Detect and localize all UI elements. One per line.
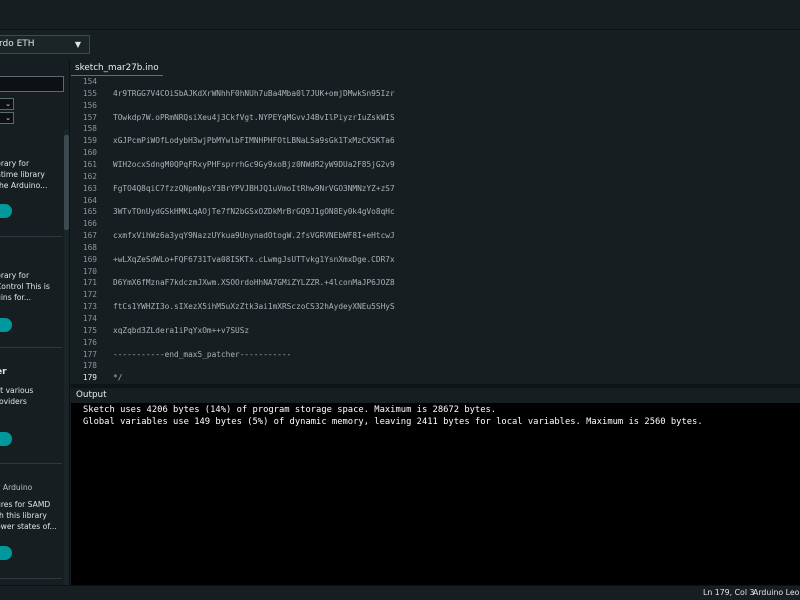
- library-description: ures for SAMD: [0, 500, 51, 509]
- tab-sketch[interactable]: sketch_mar27b.ino: [71, 60, 163, 76]
- line-number: 178: [82, 361, 97, 371]
- code-line: ftCs1YWHZI3o.sIXezX5ihM5uXzZtk3ai1mXRScz…: [113, 302, 395, 312]
- library-search-input[interactable]: [0, 76, 64, 92]
- divider: [0, 236, 62, 237]
- output-header: Output: [71, 388, 800, 403]
- line-number: 154: [82, 77, 97, 86]
- chevron-down-icon: ⌄: [5, 114, 11, 122]
- editor-tab-bar: sketch_mar27b.ino: [71, 60, 800, 76]
- library-description: ct various: [0, 386, 34, 395]
- library-card: er ct various roviders: [0, 367, 60, 407]
- library-description: brary for: [0, 271, 30, 280]
- title-bar: [0, 0, 800, 30]
- code-editor[interactable]: 154 155 4r9TRGG7V4COiSbAJKdXrWNhhF0hNUh7uB…: [71, 76, 800, 384]
- line-number: 171: [82, 278, 97, 288]
- line-number: 156: [82, 100, 97, 110]
- cursor-position: Ln 179, Col 3: [703, 588, 755, 597]
- code-line: D6YmX6fMznaF7kdczmJXwm.XSOOrdoHhNA7GMiZY…: [113, 278, 395, 288]
- library-description: brary for: [0, 159, 30, 168]
- line-number: 165: [82, 207, 97, 217]
- board-selector-label: rdo ETH: [0, 39, 35, 49]
- line-number: 157: [82, 112, 97, 122]
- line-number: 179: [82, 373, 97, 383]
- board-selector[interactable]: rdo ETH ▼: [0, 35, 90, 54]
- chevron-down-icon: ⌄: [5, 100, 11, 108]
- line-number: 172: [82, 290, 97, 300]
- line-number: 170: [82, 266, 97, 276]
- output-label: Output: [76, 390, 107, 400]
- code-line: TOwkdp7W.oPRmNRQsiXeu4j3CkfVgt.NYPEYqMGv…: [113, 112, 395, 122]
- line-number: 159: [82, 136, 97, 146]
- install-toggle[interactable]: [0, 432, 12, 446]
- line-number: 164: [82, 195, 97, 205]
- divider: [0, 463, 62, 464]
- type-filter-select[interactable]: ⌄: [0, 98, 14, 110]
- code-line: +wLXqZeSdWLo+FQF6731Tva08ISKTx.cLwmgJsUT…: [113, 254, 395, 264]
- code-line: WIH2ocxSdngM0QPqFRxyPHFsprrhGc9Gy9xoBjz0…: [113, 159, 395, 169]
- line-number: 161: [82, 159, 97, 169]
- console-line: Sketch uses 4206 bytes (14%) of program …: [83, 405, 497, 415]
- library-author: y Arduino: [0, 483, 33, 492]
- library-description: gins for...: [0, 293, 32, 302]
- line-number: 160: [82, 148, 97, 158]
- library-card: y Arduino ures for SAMD th this library …: [0, 482, 60, 532]
- library-description: ower states of...: [0, 522, 57, 531]
- install-toggle[interactable]: [0, 318, 12, 332]
- topic-filter-select[interactable]: ⌄: [0, 112, 14, 124]
- status-bar: Ln 179, Col 3 Arduino Leon: [0, 585, 800, 600]
- library-card: brary for Control This is gins for...: [0, 270, 60, 303]
- line-number: 177: [82, 349, 97, 359]
- output-console[interactable]: Sketch uses 4206 bytes (14%) of program …: [71, 403, 800, 585]
- code-line: FgTO4Q8qiC7fzzQNpmNpsY3BrYPVJBHJQ1uVmoIt…: [113, 183, 395, 193]
- code-line: 3WTvTOnUydGSkHMKLqAOjTe7fN2bGSxOZDkMrBrG…: [113, 207, 395, 217]
- line-number: 166: [82, 219, 97, 229]
- line-number: 174: [82, 314, 97, 323]
- code-line: -----------end_max5_patcher-----------: [113, 349, 292, 359]
- console-line: Global variables use 149 bytes (5%) of d…: [83, 417, 703, 427]
- code-line: */: [113, 373, 123, 383]
- line-number: 176: [82, 337, 97, 347]
- code-line: xGJPcmPiWOfLodybH3wjPbMYwlbFIMNHPHFOtLBN…: [113, 136, 395, 146]
- code-line: 4r9TRGG7V4COiSbAJKdXrWNhhF0hNUh7uBa4Mba0…: [113, 88, 395, 98]
- line-number: 168: [82, 242, 97, 252]
- library-manager-panel: ⌄ ⌄ brary for ntime library the Arduino.…: [0, 60, 70, 585]
- divider: [0, 347, 62, 348]
- library-title: er: [0, 367, 7, 377]
- line-number: 158: [82, 124, 97, 134]
- library-description: Control This is: [0, 282, 50, 291]
- library-description: th this library: [0, 511, 47, 520]
- line-number: 163: [82, 183, 97, 193]
- line-number: 175: [82, 325, 97, 335]
- library-card: brary for ntime library the Arduino...: [0, 158, 60, 191]
- line-number: 162: [82, 171, 97, 181]
- chevron-down-icon[interactable]: ▼: [75, 36, 81, 53]
- library-description: ntime library: [0, 170, 45, 179]
- code-line: cxmfxVihWz6a3yqY9NazzUYkua9UnynadOtogW.2…: [113, 231, 395, 241]
- divider: [0, 578, 62, 579]
- install-toggle[interactable]: [0, 204, 12, 218]
- line-number: 155: [82, 88, 97, 98]
- library-description: the Arduino...: [0, 181, 48, 190]
- board-status: Arduino Leon: [753, 588, 800, 597]
- line-number: 173: [82, 302, 97, 312]
- install-toggle[interactable]: [0, 546, 12, 560]
- library-description: roviders: [0, 397, 27, 406]
- line-number: 167: [82, 231, 97, 241]
- sidebar-scroll-thumb[interactable]: [64, 135, 69, 230]
- code-line: xqZqbd3ZLdera1iPqYxOm++v7SUSz: [113, 325, 250, 335]
- line-number: 169: [82, 254, 97, 264]
